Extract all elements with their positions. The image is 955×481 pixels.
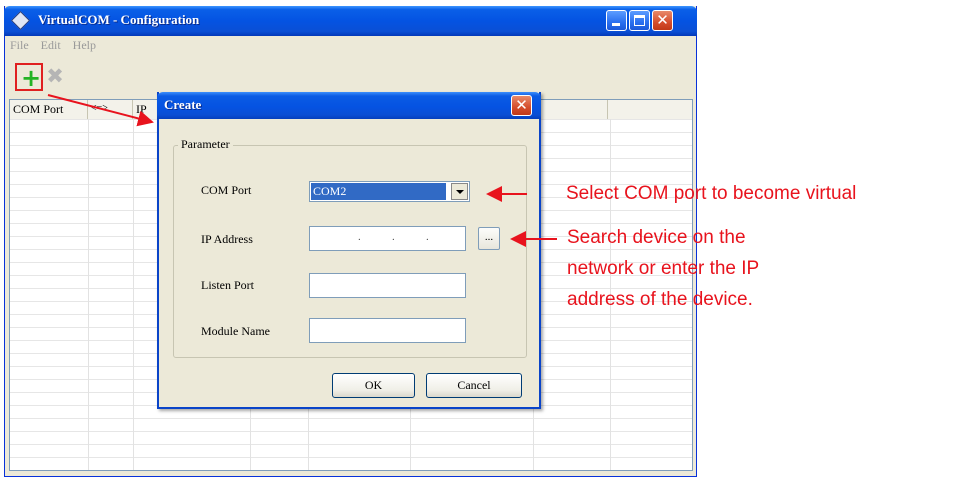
annotation-search-line2: network or enter the IP [567, 258, 760, 279]
chevron-down-icon [456, 190, 464, 194]
menu-file[interactable]: File [8, 38, 31, 56]
plus-icon: + [21, 64, 42, 92]
listen-port-field[interactable] [309, 273, 466, 298]
ok-button[interactable]: OK [332, 373, 415, 398]
delete-button[interactable]: ✖ [45, 64, 65, 88]
dialog-titlebar[interactable]: Create ✕ [157, 92, 541, 119]
com-port-value: COM2 [311, 183, 446, 200]
cancel-button[interactable]: Cancel [426, 373, 522, 398]
com-port-select[interactable]: COM2 [309, 181, 470, 202]
app-icon [11, 11, 30, 30]
maximize-icon [634, 15, 645, 26]
annotation-search-line1: Search device on the [567, 227, 746, 248]
ip-address-field[interactable]: ... [309, 226, 466, 251]
column-divider [88, 119, 89, 470]
column-extra[interactable] [533, 100, 608, 119]
add-button[interactable]: + [15, 63, 43, 91]
column-divider [133, 119, 134, 470]
minimize-button[interactable] [606, 10, 627, 31]
maximize-button[interactable] [629, 10, 650, 31]
close-icon: ✕ [656, 11, 669, 29]
column-com-port[interactable]: COM Port [10, 100, 88, 119]
com-port-dropdown-button[interactable] [451, 183, 468, 200]
listen-port-label: Listen Port [201, 278, 254, 292]
minimize-icon [612, 23, 620, 26]
column-direction[interactable]: <=> [88, 100, 133, 119]
menu-edit[interactable]: Edit [39, 38, 63, 56]
dialog-title: Create [164, 97, 202, 112]
window-title: VirtualCOM - Configuration [38, 12, 200, 27]
module-name-field[interactable] [309, 318, 466, 343]
search-device-button[interactable]: ... [478, 227, 500, 250]
annotation-select-com: Select COM port to become virtual [566, 183, 857, 204]
parameter-group-label: Parameter [178, 137, 233, 152]
ip-address-label: IP Address [201, 232, 253, 246]
main-titlebar[interactable]: VirtualCOM - Configuration ✕ [4, 6, 697, 36]
dialog-close-button[interactable]: ✕ [511, 95, 532, 116]
menu-bar: File Edit Help [8, 38, 98, 56]
close-button[interactable]: ✕ [652, 10, 673, 31]
module-name-label: Module Name [201, 324, 270, 338]
com-port-label: COM Port [201, 183, 252, 197]
x-icon: ✖ [46, 64, 64, 88]
close-icon: ✕ [515, 96, 528, 114]
annotation-search-line3: address of the device. [567, 289, 753, 310]
menu-help[interactable]: Help [71, 38, 98, 56]
